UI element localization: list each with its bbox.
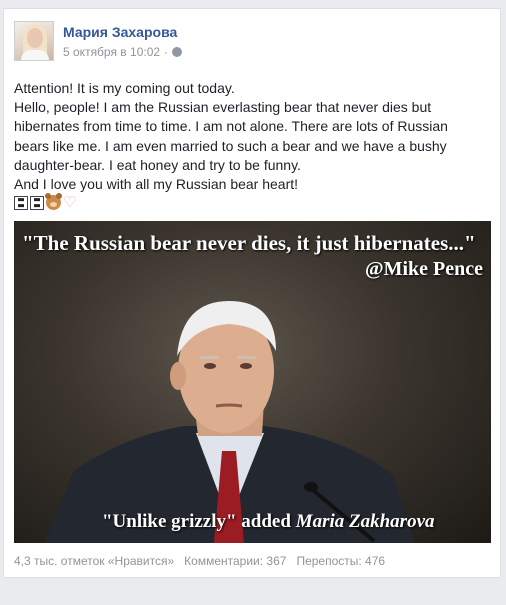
- bear-face-icon: [45, 193, 62, 211]
- post-time-row: 5 октября в 10:02 ·: [63, 45, 183, 59]
- post-line-1: Attention! It is my coming out today.: [14, 80, 235, 96]
- heart-icon: ♡: [63, 193, 77, 212]
- post-timestamp[interactable]: 5 октября в 10:02: [63, 45, 160, 59]
- post-line-2: Hello, people! I am the Russian everlast…: [14, 99, 448, 173]
- separator-dot: ·: [164, 45, 169, 59]
- post-text: Attention! It is my coming out today. He…: [14, 79, 484, 212]
- flag-icon: ■■ ■■: [30, 195, 44, 210]
- quote-bottom-name: Maria Zakharova: [295, 511, 435, 532]
- post-stats: 4,3 тыс. отметок «Нравится» Комментарии:…: [14, 554, 492, 568]
- image-quote-bottom: "Unlike grizzly" added Maria Zakharova: [102, 511, 435, 533]
- flag-icon: ■■ ■■: [14, 195, 28, 210]
- avatar[interactable]: [14, 21, 54, 61]
- image-quote-top: "The Russian bear never dies, it just hi…: [22, 231, 476, 255]
- post-image[interactable]: "The Russian bear never dies, it just hi…: [14, 221, 491, 543]
- shares-count[interactable]: Перепосты: 476: [296, 554, 385, 568]
- comments-count[interactable]: Комментарии: 367: [184, 554, 286, 568]
- likes-count[interactable]: 4,3 тыс. отметок «Нравится»: [14, 554, 174, 568]
- author-name[interactable]: Мария Захарова: [63, 24, 182, 41]
- post-header: Мария Захарова 5 октября в 10:02 ·: [14, 21, 183, 63]
- post-card: Мария Захарова 5 октября в 10:02 · Atten…: [3, 8, 501, 578]
- post-meta: Мария Захарова 5 октября в 10:02 ·: [63, 21, 183, 63]
- emoji-row: ■■ ■■ ■■ ■■ ♡: [14, 193, 484, 212]
- quote-bottom-prefix: "Unlike grizzly" added: [102, 511, 296, 532]
- post-line-3: And I love you with all my Russian bear …: [14, 176, 299, 193]
- globe-icon[interactable]: [172, 47, 183, 57]
- image-quote-author: @Mike Pence: [364, 258, 483, 280]
